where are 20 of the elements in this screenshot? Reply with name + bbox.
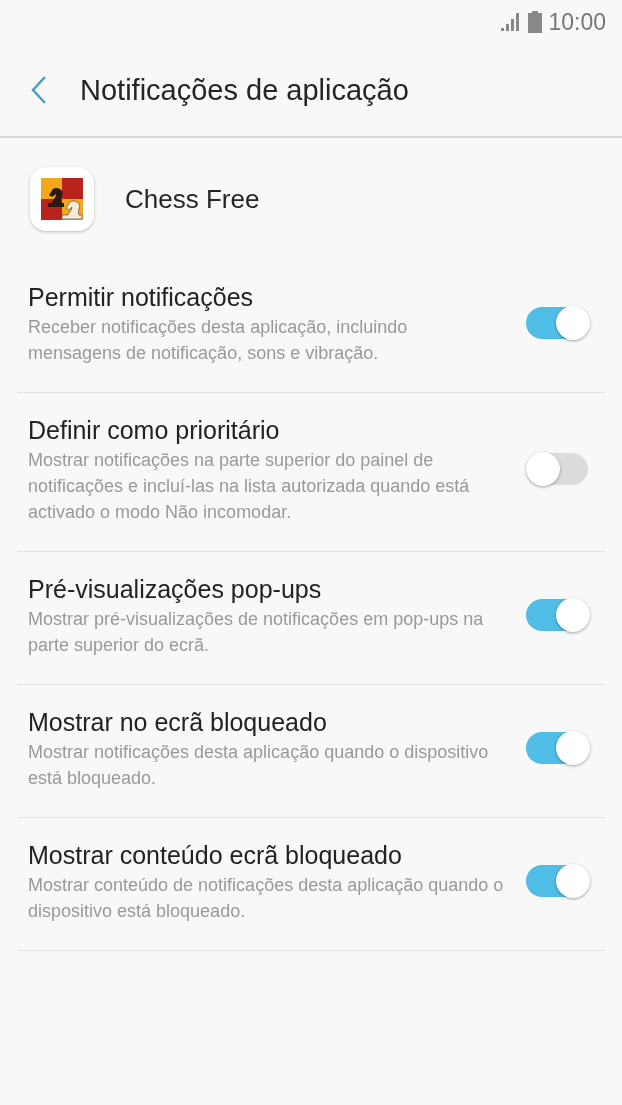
toggle-switch[interactable] <box>526 731 590 765</box>
toggle-switch[interactable] <box>526 598 590 632</box>
setting-title: Definir como prioritário <box>28 415 280 446</box>
setting-title: Mostrar no ecrã bloqueado <box>28 707 327 738</box>
toggle-switch[interactable] <box>526 452 590 486</box>
setting-title: Pré-visualizações pop-ups <box>28 574 322 605</box>
setting-title: Permitir notificações <box>28 282 254 313</box>
battery-icon <box>528 11 543 33</box>
status-time: 10:00 <box>548 8 606 36</box>
setting-description: Mostrar conteúdo de notificações desta aplicação quando o dispositivo está bloqueado. <box>28 874 504 923</box>
app-name: Chess Free <box>125 183 260 215</box>
setting-description: Receber notificações desta aplicação, incluindo mensagens de notificação, sons e vibração. <box>28 316 409 365</box>
setting-description: Mostrar notificações na parte superior do painel de notificações e incluí-las na lista autorizada quando está activado o modo Não incomodar. <box>28 449 471 524</box>
chess-app-icon <box>30 167 94 231</box>
page-title: Notificações de aplicação <box>80 73 409 107</box>
setting-title: Mostrar conteúdo ecrã bloqueado <box>28 840 402 871</box>
setting-description: Mostrar notificações desta aplicação quando o dispositivo está bloqueado. <box>28 741 490 790</box>
toggle-switch[interactable] <box>526 306 590 340</box>
toggle-switch[interactable] <box>526 864 590 898</box>
setting-description: Mostrar pré-visualizações de notificações em pop-ups na parte superior do ecrã. <box>28 608 485 657</box>
